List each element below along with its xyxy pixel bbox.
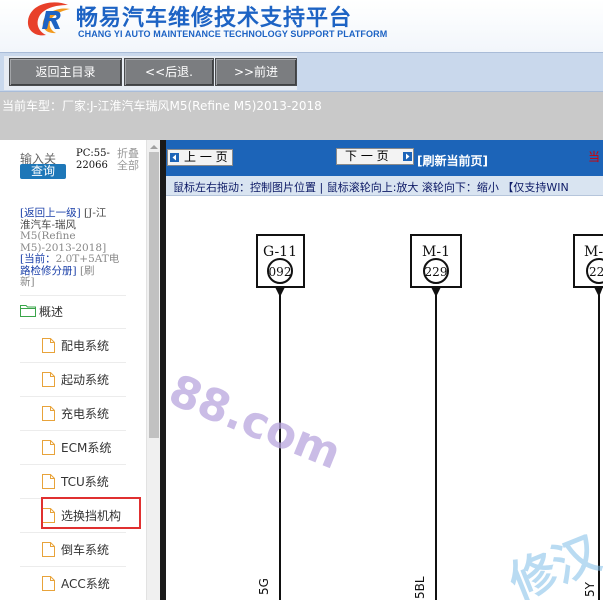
tree-divider <box>20 328 126 329</box>
connector-id-label: G-11 <box>263 244 297 260</box>
brand-crumb[interactable]: [J-江 <box>84 207 106 219</box>
next-page-button[interactable]: 下 一 页 <box>336 148 414 165</box>
wire-color-label: 5BL <box>413 576 427 599</box>
back-up-level-link[interactable]: [返回上一级] <box>20 207 81 219</box>
tree-item-label: 倒车系统 <box>61 543 110 557</box>
document-icon <box>42 338 55 353</box>
tree-divider <box>20 464 126 465</box>
pc-code-line: 22066 <box>76 160 108 171</box>
main-nav-bar: 返回主目录 <<后退. >>前进 <box>0 52 603 92</box>
selected-item-highlight <box>41 497 141 529</box>
tree-item-label: TCU系统 <box>61 475 109 489</box>
connector-id-label: M-1 <box>422 244 450 260</box>
toolbar-notice-text: 当 <box>588 150 601 164</box>
current-vehicle-text: 当前车型：厂家:J-江淮汽车瑞风M5(Refine M5)2013-2018 <box>2 97 322 114</box>
connector-pin-label: 092 <box>269 265 292 279</box>
tree-item-label: ECM系统 <box>61 441 112 455</box>
tree-divider <box>20 362 126 363</box>
connector-pin-label: 22 <box>589 265 603 279</box>
breadcrumb-info: [返回上一级] [J-江 淮汽车-瑞风 M5(Refine M5)-2013-2… <box>20 207 128 289</box>
forward-button[interactable]: >>前进 <box>215 58 297 86</box>
current-vehicle-bar: 当前车型：厂家:J-江淮汽车瑞风M5(Refine M5)2013-2018 <box>0 92 603 140</box>
tree-item-label: ACC系统 <box>61 577 110 591</box>
pc-code-line: PC:55- <box>76 148 110 159</box>
tree-root-label: 概述 <box>39 305 64 319</box>
site-subtitle: CHANG YI AUTO MAINTENANCE TECHNOLOGY SUP… <box>78 29 388 39</box>
wire-color-label: 5G <box>257 578 271 595</box>
site-title: 畅易汽车维修技术支持平台 <box>76 6 353 31</box>
sidebar-divider <box>20 295 126 296</box>
connector-id-label: M-1 <box>584 244 603 260</box>
document-icon <box>42 372 55 387</box>
diagram-viewer: 上 一 页 下 一 页 [刷新当前页] 当 鼠标左右拖动：控制图片位置 | 鼠标… <box>166 140 603 600</box>
current-vehicle-value: 厂家:J-江淮汽车瑞风M5(Refine M5)2013-2018 <box>62 99 322 113</box>
tree-divider <box>20 532 126 533</box>
chang-yi-logo-icon <box>27 2 70 36</box>
current-manual-value: 路检修分册] <box>20 264 77 277</box>
current-manual-value: 2.0T+5AT电 <box>55 253 120 265</box>
connector-pin-label: 229 <box>425 265 448 279</box>
prev-page-button[interactable]: 上 一 页 <box>167 149 233 166</box>
connector-m1[interactable]: M-1 229 5BL <box>410 234 462 600</box>
document-icon <box>42 406 55 421</box>
tree-item-label: 充电系统 <box>61 407 110 421</box>
pc-code: PC:55- 22066 <box>76 148 110 172</box>
collapse-all-line: 全部 <box>117 159 139 172</box>
collapse-all-link[interactable]: 折叠 全部 <box>117 148 145 172</box>
arrow-left-icon <box>170 153 179 162</box>
usage-hint-text: 鼠标左右拖动：控制图片位置 | 鼠标滚轮向上:放大 滚轮向下：缩小 【仅支持WI… <box>173 181 569 194</box>
document-icon <box>42 542 55 557</box>
current-vehicle-label: 当前车型： <box>2 99 63 113</box>
document-icon <box>42 576 55 591</box>
refresh-current-page-link[interactable]: [刷新当前页] <box>417 152 488 169</box>
folder-icon <box>20 305 36 317</box>
sidebar: 输入关 查询 PC:55- 22066 折叠 全部 [返回上一级] [J-江 淮… <box>0 140 160 600</box>
refresh-link-line[interactable]: 新] <box>20 276 128 289</box>
arrow-right-icon <box>403 152 412 161</box>
next-page-label: 下 一 页 <box>345 149 389 163</box>
wiring-diagram[interactable]: G-11 092 5G M-1 229 5BL M-1 22 5Y <box>166 197 603 600</box>
back-button[interactable]: <<后退. <box>124 58 214 86</box>
refresh-link[interactable]: [刷 <box>80 265 95 277</box>
viewer-toolbar: 上 一 页 下 一 页 [刷新当前页] 当 <box>166 140 603 176</box>
watermark-text: 88.com <box>166 365 348 480</box>
sidebar-scrollbar[interactable] <box>146 140 160 600</box>
tree-item-label: 起动系统 <box>61 373 110 387</box>
model-crumb-line[interactable]: M5(Refine <box>20 230 128 243</box>
return-main-menu-button[interactable]: 返回主目录 <box>9 58 122 86</box>
sidebar-scroll-thumb[interactable] <box>149 152 159 438</box>
document-icon <box>42 440 55 455</box>
query-button[interactable]: 查询 <box>20 164 66 179</box>
usage-hint-bar: 鼠标左右拖动：控制图片位置 | 鼠标滚轮向上:放大 滚轮向下：缩小 【仅支持WI… <box>166 176 603 196</box>
prev-page-label: 上 一 页 <box>184 150 228 164</box>
tree-divider <box>20 430 126 431</box>
tree-divider <box>20 566 126 567</box>
tree-item-label: 配电系统 <box>61 339 110 353</box>
header-banner: 畅易汽车维修技术支持平台 CHANG YI AUTO MAINTENANCE T… <box>0 0 603 52</box>
tree-divider <box>20 396 126 397</box>
document-icon <box>42 474 55 489</box>
current-label: [当前： <box>20 253 56 265</box>
